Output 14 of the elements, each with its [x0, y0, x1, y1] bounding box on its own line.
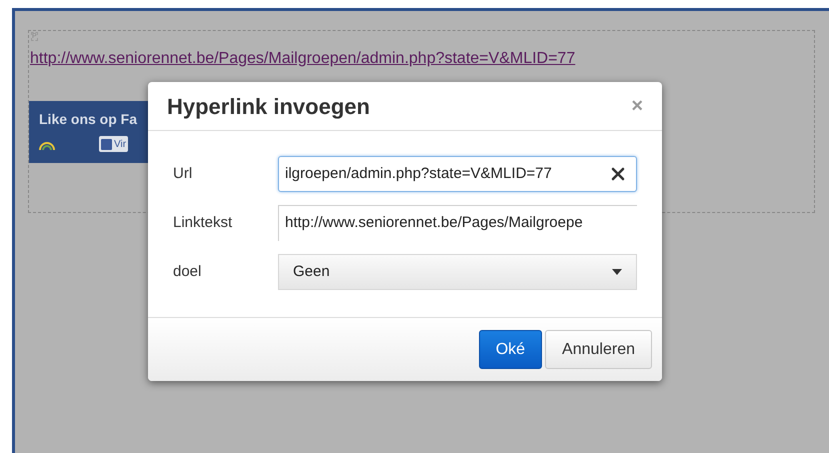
caret-icon [612, 269, 622, 275]
cancel-button[interactable]: Annuleren [545, 330, 652, 369]
hyperlink[interactable]: http://www.seniorennet.be/Pages/Mailgroepen/admin.php?state=V&MLID=77 [30, 47, 814, 71]
field-label: Url [173, 164, 194, 184]
like-button[interactable]: Vir [99, 136, 128, 152]
field-label: Linktekst [173, 212, 234, 233]
widget-title: Like ons op Fa [39, 110, 138, 129]
target-select[interactable]: Geen [278, 254, 637, 290]
facebook-icon [101, 138, 112, 150]
dialog-title: Hyperlink invoegen [167, 92, 370, 121]
input-field[interactable]: http://www.seniorennet.be/Pages/Mailgroepe [278, 205, 637, 241]
ok-button[interactable]: Oké [478, 330, 542, 369]
input-field[interactable]: ilgroepen/admin.php?state=V&MLID=77 [278, 156, 637, 192]
field-label: doel [173, 262, 202, 282]
